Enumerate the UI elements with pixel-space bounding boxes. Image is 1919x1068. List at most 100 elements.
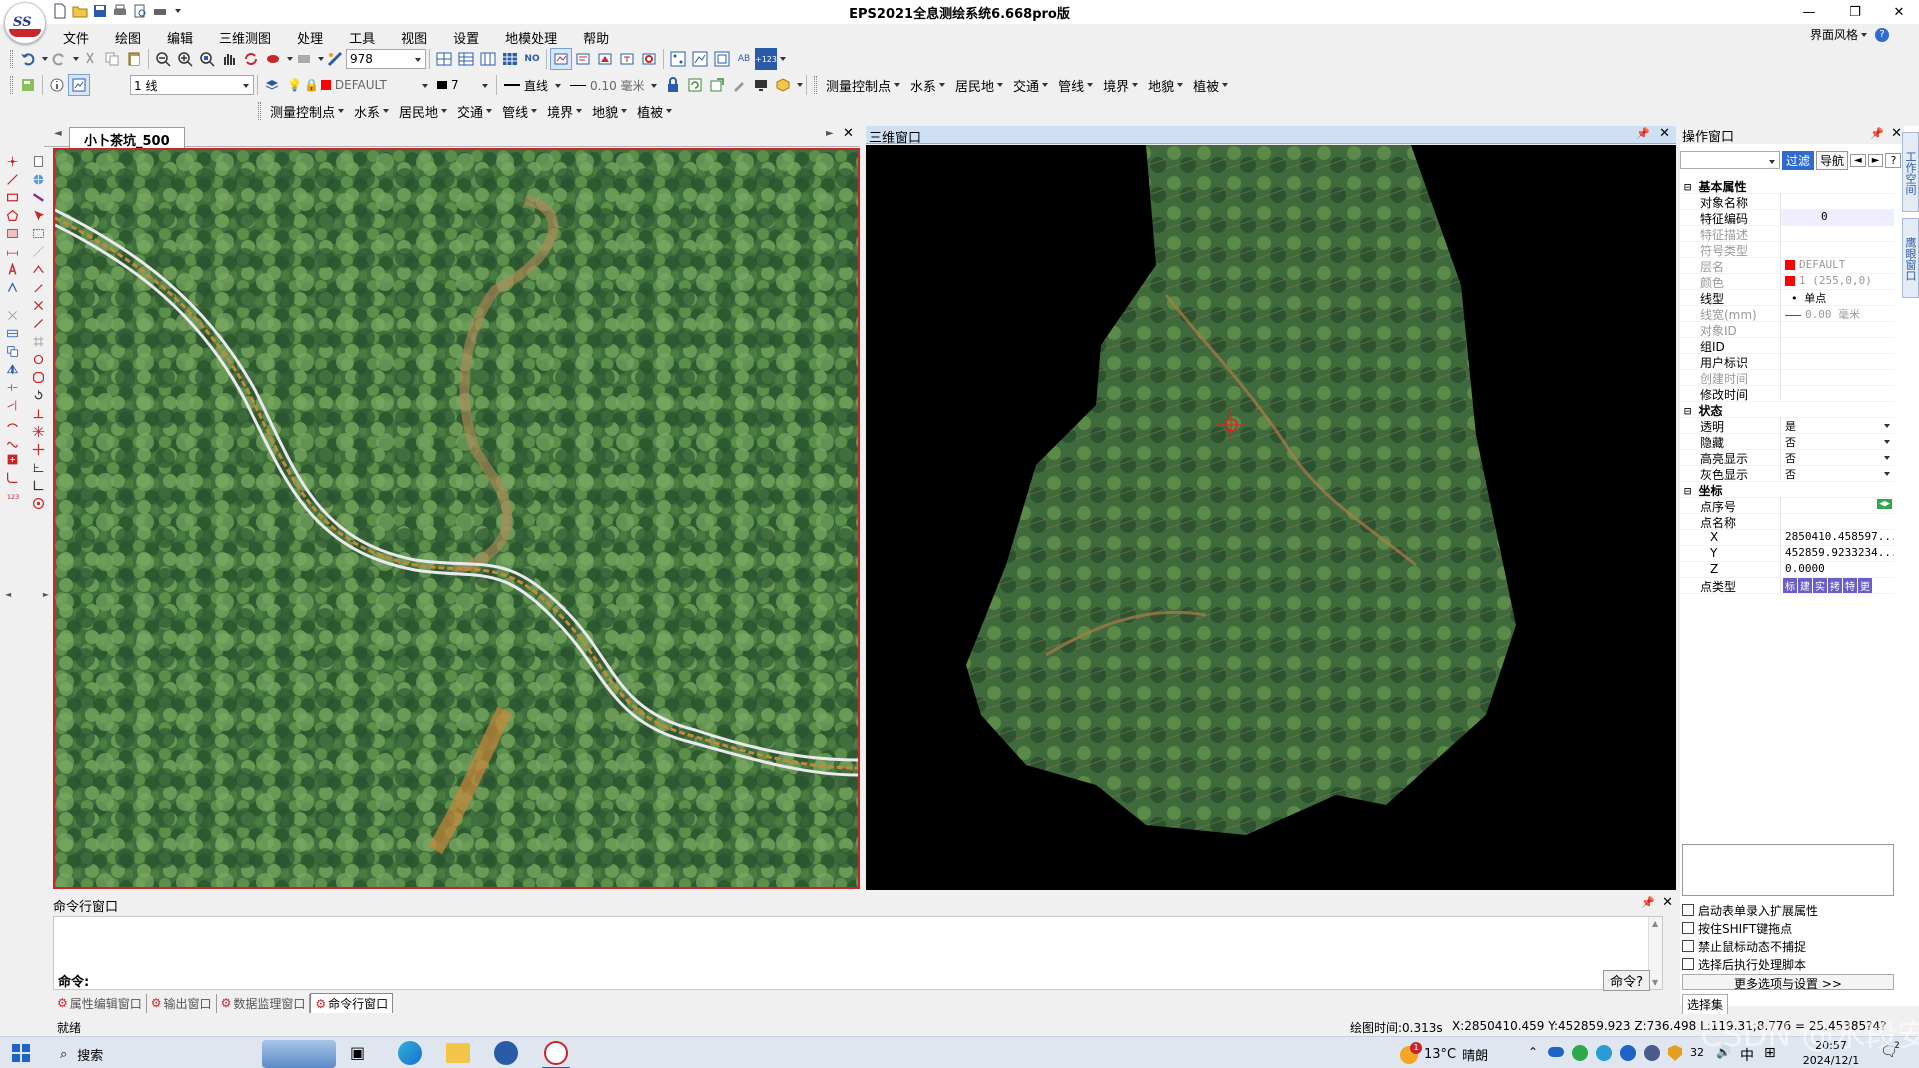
- clock-date[interactable]: 2024/12/1: [1792, 1054, 1870, 1067]
- feature-vegetation[interactable]: 植被: [1188, 76, 1233, 95]
- tab-attribute-edit[interactable]: ⚙ 属性编辑窗口: [53, 993, 147, 1013]
- command-input[interactable]: [89, 972, 1603, 988]
- info-icon[interactable]: [46, 74, 68, 96]
- point-type-btn[interactable]: 拷: [1828, 578, 1842, 593]
- trim-tool-icon[interactable]: [4, 306, 22, 324]
- prop-row[interactable]: 灰色显示否: [1680, 466, 1894, 482]
- taskbar-search[interactable]: ⌕ 搜索: [60, 1045, 103, 1064]
- slope-tool-icon[interactable]: [30, 242, 48, 260]
- redo-button[interactable]: [48, 48, 70, 70]
- feature2-traffic[interactable]: 交通: [452, 102, 497, 121]
- pen-tool-icon[interactable]: [30, 278, 48, 296]
- scale-combobox[interactable]: 978: [346, 49, 426, 69]
- security-shield-icon[interactable]: [1668, 1045, 1682, 1061]
- area-display-icon[interactable]: [711, 48, 733, 70]
- scale-icon[interactable]: [324, 48, 346, 70]
- point-type-btn[interactable]: 特: [1843, 578, 1857, 593]
- point-type-btn[interactable]: 更: [1858, 578, 1872, 593]
- pin-icon[interactable]: 📌: [1636, 127, 1650, 140]
- grid-view-icon[interactable]: [433, 48, 455, 70]
- number-tool-icon[interactable]: 123: [4, 486, 22, 504]
- menu-terrain[interactable]: 地模处理: [492, 26, 570, 49]
- tab-scroll-right-icon[interactable]: ►: [826, 128, 834, 139]
- extend-tool-icon[interactable]: [4, 396, 22, 414]
- prop-row[interactable]: 用户标识: [1680, 354, 1894, 370]
- menu-settings[interactable]: 设置: [440, 26, 492, 49]
- prop-row[interactable]: 对象名称: [1680, 194, 1894, 210]
- color-combobox[interactable]: 7: [433, 75, 493, 95]
- point-type-btn[interactable]: 实: [1813, 578, 1827, 593]
- menu-help[interactable]: 帮助: [570, 26, 622, 49]
- prev-arrow-icon[interactable]: ◄: [1850, 153, 1866, 167]
- circle-tool-icon[interactable]: [30, 350, 48, 368]
- menu-file[interactable]: 文件: [50, 26, 102, 49]
- prop-row[interactable]: 点类型 标 建 实 拷 特 更: [1680, 578, 1894, 594]
- zoom-window-icon[interactable]: [196, 48, 218, 70]
- next-arrow-icon[interactable]: ►: [1867, 153, 1884, 167]
- text-tool-icon[interactable]: [4, 260, 22, 278]
- prop-row[interactable]: X 2850410.458597...: [1680, 530, 1894, 546]
- navigate-button[interactable]: 导航: [1816, 150, 1849, 170]
- node-display-icon[interactable]: [667, 48, 689, 70]
- feature2-residential[interactable]: 居民地: [394, 102, 452, 121]
- group-coords[interactable]: ⊟ 坐标: [1680, 482, 1894, 498]
- feature2-water[interactable]: 水系: [349, 102, 394, 121]
- annotation-ab-icon[interactable]: AB: [733, 48, 755, 70]
- undo-button[interactable]: [17, 48, 39, 70]
- attribute-tool-icon[interactable]: [4, 450, 22, 468]
- volume-icon[interactable]: 🔊: [1716, 1045, 1731, 1059]
- command-close-icon[interactable]: ✕: [1662, 895, 1673, 910]
- 3d-view-canvas[interactable]: [866, 145, 1676, 890]
- prop-row[interactable]: 组ID: [1680, 338, 1894, 354]
- prop-row[interactable]: 高亮显示否: [1680, 450, 1894, 466]
- view-history-icon[interactable]: [293, 48, 315, 70]
- point-type-btn[interactable]: 标: [1783, 578, 1797, 593]
- panel-pin-icon[interactable]: 📌: [1870, 127, 1884, 140]
- fillet-tool-icon[interactable]: [4, 468, 22, 486]
- group-basic[interactable]: ⊟ 基本属性: [1680, 178, 1894, 194]
- panel-close-icon[interactable]: ✕: [1891, 126, 1902, 141]
- line-type-combobox[interactable]: 直线: [500, 75, 566, 95]
- measure-tool-icon[interactable]: [30, 458, 48, 476]
- octagon-tool-icon[interactable]: [30, 368, 48, 386]
- refresh-view-icon[interactable]: [240, 48, 262, 70]
- arc-tool-icon[interactable]: [4, 414, 22, 432]
- prop-row[interactable]: 线宽(mm) 0.00 毫米: [1680, 306, 1894, 322]
- layer-combobox[interactable]: 1 线: [130, 75, 254, 95]
- coordinate-tool-icon[interactable]: [30, 476, 48, 494]
- file-explorer-icon[interactable]: [446, 1043, 470, 1063]
- grid-view-3-icon[interactable]: [477, 48, 499, 70]
- link-display-icon[interactable]: [638, 48, 660, 70]
- symbol-display-icon[interactable]: [572, 48, 594, 70]
- prop-row[interactable]: Z 0.0000: [1680, 562, 1894, 578]
- prop-row[interactable]: 透明是: [1680, 418, 1894, 434]
- map-canvas[interactable]: [53, 148, 860, 889]
- wechat-icon[interactable]: [1572, 1045, 1588, 1061]
- prop-row[interactable]: 特征编码 0: [1680, 210, 1894, 226]
- pan-hand-icon[interactable]: [218, 48, 240, 70]
- zoom-out-icon[interactable]: [152, 48, 174, 70]
- prop-row[interactable]: 点序号 ◀▶: [1680, 498, 1894, 514]
- feature2-boundary[interactable]: 境界: [542, 102, 587, 121]
- option-checkbox[interactable]: 选择后执行处理脚本: [1682, 955, 1818, 973]
- select-tool-icon[interactable]: [30, 206, 48, 224]
- hatch-tool-icon[interactable]: [4, 224, 22, 242]
- onedrive-icon[interactable]: [1548, 1047, 1564, 1057]
- table-view-icon[interactable]: [499, 48, 521, 70]
- close-map-tab-icon[interactable]: ✕: [843, 126, 854, 141]
- layer-stack-icon[interactable]: [261, 74, 283, 96]
- prop-row[interactable]: 线型 • 单点: [1680, 290, 1894, 306]
- close-window-button[interactable]: ✕: [1876, 0, 1919, 24]
- point-nav-arrows-icon[interactable]: ◀▶: [1877, 499, 1892, 509]
- close-3d-window-icon[interactable]: ✕: [1659, 126, 1670, 141]
- polygon-tool-icon[interactable]: [4, 206, 22, 224]
- panel-help-button[interactable]: ?: [1885, 152, 1902, 168]
- curve-tool-icon[interactable]: [4, 432, 22, 450]
- star-tool-icon[interactable]: [30, 422, 48, 440]
- keyboard-layout-icon[interactable]: ⊞: [1764, 1045, 1776, 1061]
- line-width-combobox[interactable]: 0.10 毫米: [566, 75, 662, 95]
- ime-indicator[interactable]: 中: [1740, 1045, 1754, 1065]
- menu-edit[interactable]: 编辑: [154, 26, 206, 49]
- option-checkbox[interactable]: 启动表单录入扩展属性: [1682, 901, 1818, 919]
- tab-scroll-left-icon[interactable]: ◄: [54, 128, 62, 139]
